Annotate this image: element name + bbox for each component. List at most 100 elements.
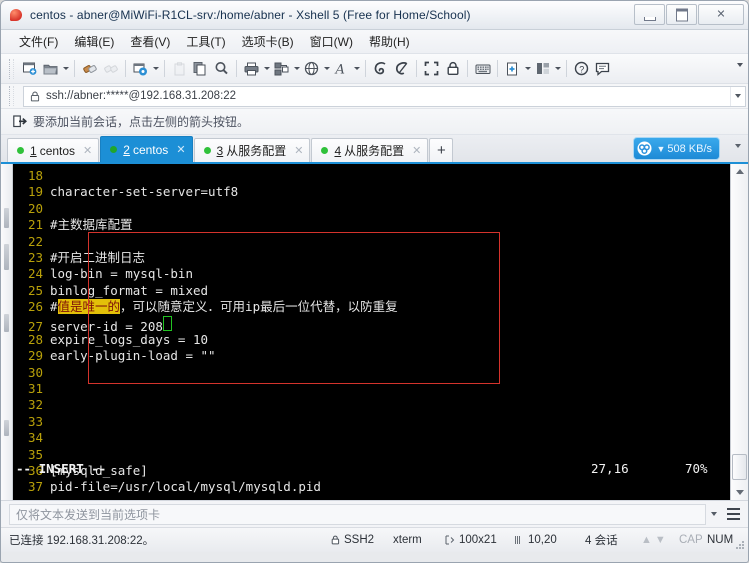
title-bar: centos - abner@MiWiFi-R1CL-srv:/home/abn… (1, 1, 748, 30)
new-tab-button[interactable]: + (429, 138, 454, 162)
tab-1-centos[interactable]: 1 centos ✕ (7, 138, 100, 162)
terminal-line: 33 (13, 414, 730, 430)
copy-icon[interactable] (190, 58, 211, 79)
tab-number: 4 (334, 143, 342, 158)
toolbar-grip[interactable] (9, 58, 14, 79)
network-speed-badge[interactable]: ▼ 508 KB/s (633, 137, 720, 160)
line-number: 21 (27, 217, 43, 233)
size-icon (445, 535, 455, 545)
add-layout-icon[interactable] (502, 58, 523, 79)
line-number: 30 (27, 364, 43, 380)
arrange-caret-icon[interactable] (553, 58, 562, 79)
print-caret-icon[interactable] (262, 58, 271, 79)
open-folder-icon[interactable] (40, 58, 61, 79)
send-placeholder: 仅将文本发送到当前选项卡 (16, 507, 161, 522)
line-number: 23 (27, 249, 43, 265)
line-number: 18 (27, 168, 43, 183)
menu-help[interactable]: 帮助(H) (361, 31, 418, 52)
tab-label: centos (132, 142, 169, 157)
close-button[interactable]: ✕ (698, 4, 744, 25)
terminal-line: 24 log-bin = mysql-bin (13, 266, 730, 282)
terminal-scrollbar[interactable] (730, 164, 748, 500)
tab-close-icon[interactable]: ✕ (176, 143, 185, 156)
arrange-icon[interactable] (532, 58, 553, 79)
terminal-line: 25 binlog_format = mixed (13, 283, 730, 299)
terminal-left-splitter[interactable] (1, 164, 13, 500)
terminal-line-cursor: 27 server-id = 208 (13, 315, 730, 334)
terminal-line: 37 pid-file=/usr/local/mysql/mysqld.pid (13, 479, 730, 495)
chevron-down-icon[interactable] (706, 505, 722, 524)
globe-icon[interactable] (301, 58, 322, 79)
connection-status: 已连接 192.168.31.208:22。 (9, 532, 154, 548)
address-text: ssh://abner:*****@192.168.31.208:22 (46, 90, 237, 102)
line-number: 34 (27, 430, 43, 446)
menu-window[interactable]: 窗口(W) (302, 31, 361, 52)
connect-icon[interactable] (79, 58, 100, 79)
tab-number: 1 (30, 143, 37, 158)
tab-status-dot-icon (203, 147, 211, 154)
tab-3-slave-config[interactable]: 3 从服务配置 ✕ (193, 138, 311, 162)
print-icon[interactable] (241, 58, 262, 79)
tab-strip: 1 centos ✕ 2 centos ✕ 3 从服务配置 ✕ 4 从服务配置 … (1, 135, 748, 164)
address-dropdown-icon[interactable] (730, 86, 745, 106)
menu-edit[interactable]: 编辑(E) (66, 31, 122, 52)
keyboard-icon[interactable] (472, 58, 493, 79)
terminal-screen[interactable]: 18 19 character-set-server=utf8 20 21 #主数据… (13, 164, 730, 500)
address-bar: ssh://abner:*****@192.168.31.208:22 (1, 84, 748, 109)
line-number: 31 (27, 381, 43, 397)
add-layout-caret-icon[interactable] (523, 58, 532, 79)
tabstrip-overflow-icon[interactable] (735, 144, 741, 148)
transfer-caret-icon[interactable] (292, 58, 301, 79)
minimize-button[interactable] (634, 4, 665, 25)
find-icon[interactable] (211, 58, 232, 79)
menu-tools[interactable]: 工具(T) (178, 31, 233, 52)
toolbar-overflow-icon[interactable] (737, 63, 743, 67)
secure-link-icon[interactable] (391, 58, 412, 79)
terminal-size: 100x21 (445, 534, 497, 546)
tab-number: 3 (216, 143, 224, 158)
tab-2-centos[interactable]: 2 centos ✕ (100, 136, 193, 162)
tab-close-icon[interactable]: ✕ (294, 144, 303, 157)
font-caret-icon[interactable] (352, 58, 361, 79)
tab-close-icon[interactable]: ✕ (83, 144, 92, 157)
terminal-line: 29 early-plugin-load = "" (13, 348, 730, 364)
open-folder-caret-icon[interactable] (61, 58, 70, 79)
tab-4-slave-config[interactable]: 4 从服务配置 ✕ (311, 138, 429, 162)
globe-caret-icon[interactable] (322, 58, 331, 79)
protocol-status: SSH2 (331, 534, 374, 546)
cursor-position-text: 10,20 (528, 534, 557, 546)
scrollbar-thumb[interactable] (732, 454, 747, 480)
font-icon[interactable]: A (331, 58, 352, 79)
menu-file[interactable]: 文件(F) (11, 31, 66, 52)
terminal-type-text: xterm (393, 534, 422, 546)
window-title: centos - abner@MiWiFi-R1CL-srv:/home/abn… (30, 8, 471, 22)
xshell-window: centos - abner@MiWiFi-R1CL-srv:/home/abn… (0, 0, 749, 563)
line-number: 32 (27, 397, 43, 413)
line-number: 22 (27, 233, 43, 249)
line-text: log-bin = mysql-bin (50, 266, 193, 282)
comment-suffix: ，可以随意定义．可用ip最后一位代替，以防重复 (120, 299, 398, 315)
transfer-icon[interactable] (271, 58, 292, 79)
scroll-up-icon[interactable] (731, 164, 748, 179)
scroll-down-icon[interactable] (731, 485, 748, 500)
address-input[interactable]: ssh://abner:*****@192.168.31.208:22 (23, 85, 746, 107)
menu-tabs[interactable]: 选项卡(B) (234, 31, 302, 52)
new-session-icon[interactable] (19, 58, 40, 79)
ssh-tunnel-icon[interactable] (370, 58, 391, 79)
help-icon[interactable]: ? (571, 58, 592, 79)
lock-icon[interactable] (442, 58, 463, 79)
maximize-button[interactable] (666, 4, 697, 25)
address-bar-grip[interactable] (9, 86, 14, 106)
send-command-input[interactable]: 仅将文本发送到当前选项卡 (9, 503, 706, 525)
transfer-indicators: ▲ ▼ (641, 534, 666, 546)
tab-close-icon[interactable]: ✕ (412, 144, 421, 157)
terminal-line: 28 expire_logs_days = 10 (13, 332, 730, 348)
hamburger-menu-icon[interactable] (722, 504, 744, 524)
terminal-line: 20 (13, 201, 730, 217)
resize-grip[interactable] (733, 538, 745, 550)
session-properties-caret-icon[interactable] (151, 58, 160, 79)
menu-view[interactable]: 查看(V) (122, 31, 178, 52)
session-properties-icon[interactable] (130, 58, 151, 79)
fullscreen-icon[interactable] (421, 58, 442, 79)
feedback-icon[interactable] (592, 58, 613, 79)
